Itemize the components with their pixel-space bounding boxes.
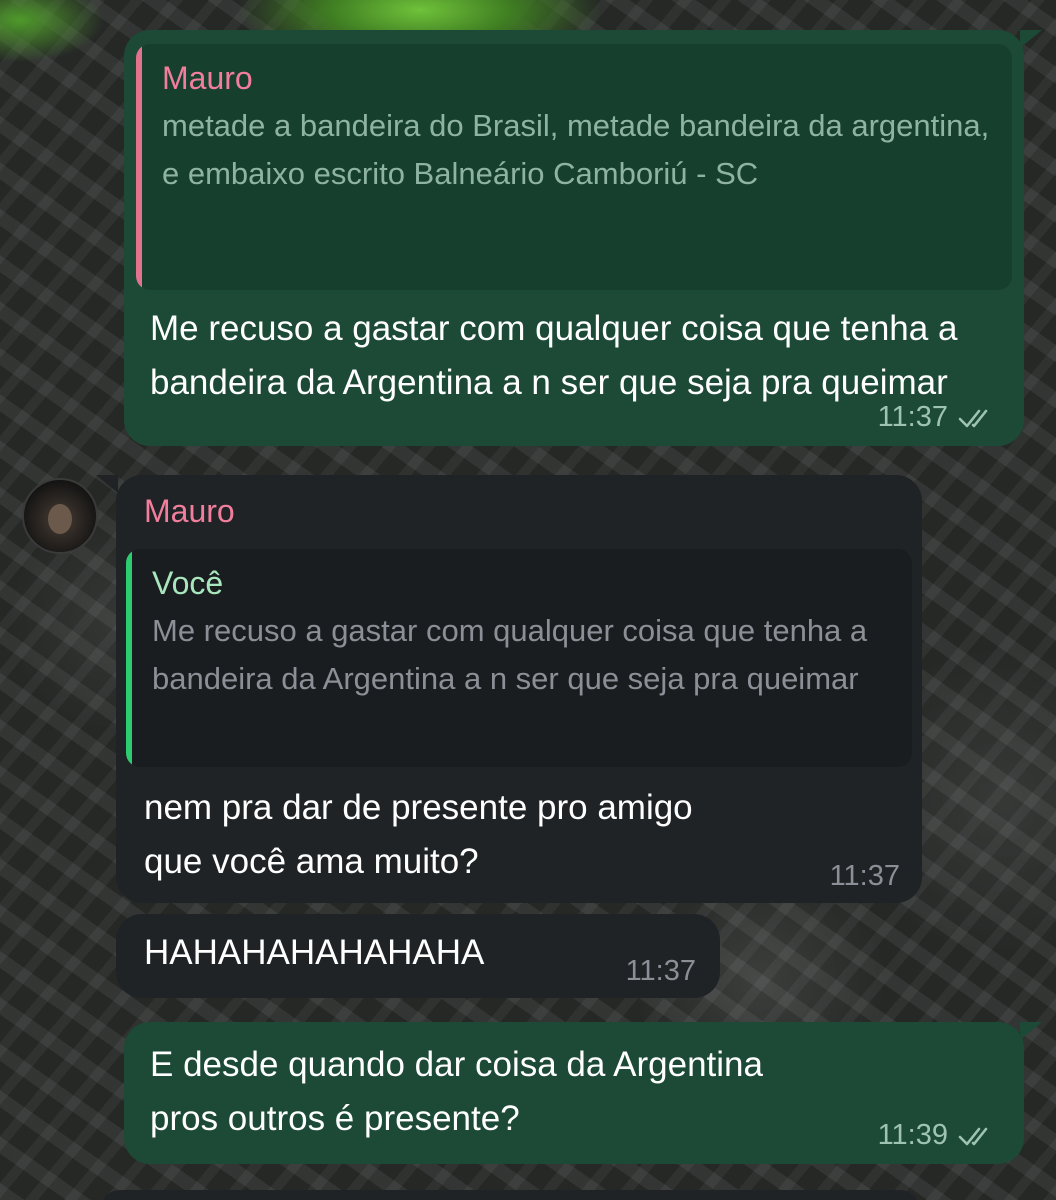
message-time: 11:37 (877, 401, 948, 433)
message-meta: 11:39 (878, 1119, 1000, 1152)
message-bubble-outgoing[interactable]: Mauro metade a bandeira do Brasil, metad… (124, 30, 1024, 446)
reply-preview[interactable]: Mauro metade a bandeira do Brasil, metad… (136, 44, 1012, 290)
message-meta: 11:37 (878, 401, 1000, 434)
message-text: nem pra dar de presente pro amigo que vo… (144, 788, 693, 881)
message-text: E desde quando dar coisa da Argentina pr… (150, 1045, 763, 1138)
message-meta: 11:37 (626, 955, 696, 988)
avatar-face (48, 504, 72, 534)
sender-name[interactable]: Mauro (144, 493, 235, 530)
bubble-tail (96, 475, 118, 493)
message-bubble-outgoing[interactable]: E desde quando dar coisa da Argentina pr… (124, 1022, 1024, 1164)
reply-text: metade a bandeira do Brasil, metade band… (162, 108, 990, 191)
message-meta: 11:37 (830, 860, 900, 893)
reply-author: Mauro (162, 60, 253, 96)
bubble-tail (1020, 30, 1042, 48)
double-check-icon (958, 1127, 988, 1145)
double-check-icon (958, 409, 988, 427)
message-text: HAHAHAHAHAHAHA (144, 933, 485, 972)
message-text: Me recuso a gastar com qualquer coisa qu… (150, 309, 958, 402)
reply-text: Me recuso a gastar com qualquer coisa qu… (152, 613, 868, 696)
message-time: 11:37 (829, 860, 900, 892)
reply-preview[interactable]: Você Me recuso a gastar com qualquer coi… (126, 549, 912, 767)
message-bubble-incoming[interactable]: HAHAHAHAHAHAHA 11:37 (116, 914, 720, 998)
message-bubble-partial[interactable] (100, 1190, 920, 1200)
message-time: 11:37 (625, 955, 696, 987)
message-bubble-incoming[interactable]: Mauro Você Me recuso a gastar com qualqu… (116, 475, 922, 903)
reply-author: Você (152, 565, 224, 601)
chat-view: Mauro metade a bandeira do Brasil, metad… (0, 0, 1056, 1200)
contact-avatar[interactable] (22, 478, 98, 554)
bubble-tail (1020, 1022, 1042, 1040)
message-time: 11:39 (877, 1119, 948, 1151)
